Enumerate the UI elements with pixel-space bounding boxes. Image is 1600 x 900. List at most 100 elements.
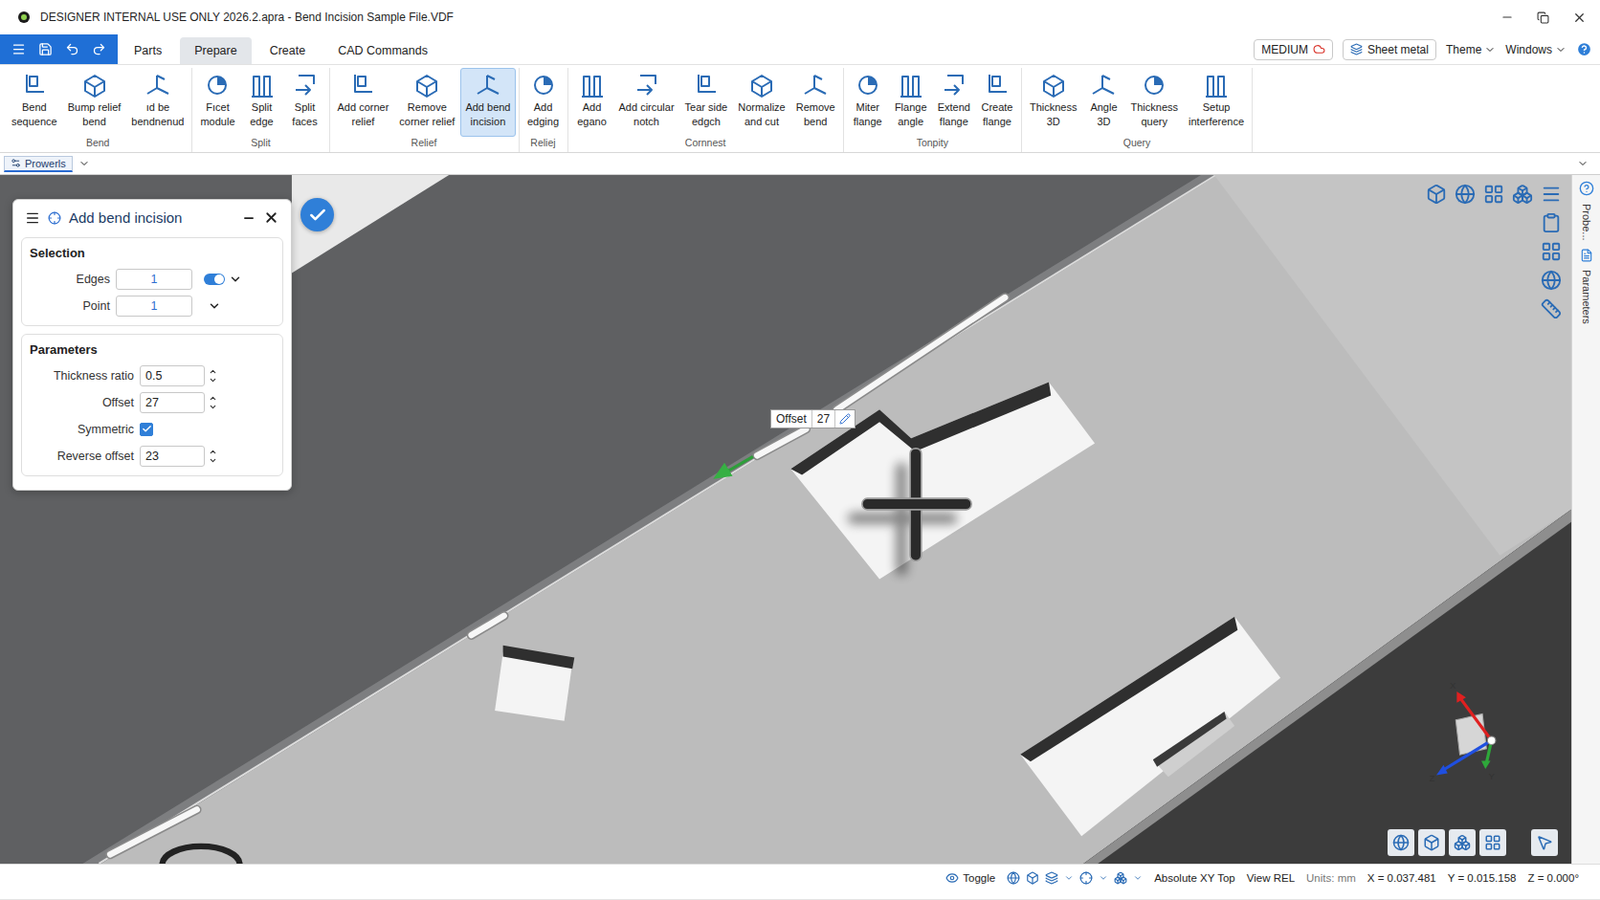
ribbon-tab[interactable]: Prepare xyxy=(179,37,251,65)
display-icon[interactable] xyxy=(1511,183,1534,205)
confirm-button[interactable] xyxy=(300,198,334,232)
down-arrow-icon[interactable] xyxy=(208,402,218,412)
chevron-down-icon[interactable] xyxy=(1098,873,1109,884)
orbit-icon[interactable] xyxy=(1454,183,1476,205)
ribbon-tab[interactable]: Create xyxy=(255,37,321,65)
ribbon-button[interactable]: Bump reliefbend xyxy=(63,67,127,137)
module-button[interactable]: Sheet metal xyxy=(1342,39,1437,61)
ribbon-button[interactable]: Bendsequence xyxy=(6,67,63,137)
undo-icon[interactable] xyxy=(65,42,80,57)
ribbon-button[interactable]: Splitfaces xyxy=(284,67,327,137)
offset-tooltip[interactable]: Offset27 xyxy=(770,409,856,429)
grid-icon[interactable] xyxy=(1540,241,1562,263)
down-arrow-icon[interactable] xyxy=(208,456,218,466)
ribbon-button[interactable]: ıd bebendnenud xyxy=(126,67,189,137)
offset-arrow-icon[interactable] xyxy=(712,456,754,479)
menu-icon[interactable] xyxy=(11,42,26,57)
ribbon-button[interactable]: Add bendincision xyxy=(460,67,515,137)
properties-tab[interactable]: Prowerls xyxy=(3,155,73,173)
status-item[interactable]: View REL xyxy=(1246,872,1295,885)
tooltip-value[interactable]: 27 xyxy=(812,410,836,428)
viewport[interactable]: Add bend incisionSelectionEdges1Point1Pa… xyxy=(0,175,1572,865)
view-button[interactable] xyxy=(1448,829,1476,857)
view-button[interactable] xyxy=(1387,829,1415,857)
side-tab[interactable]: Parameters xyxy=(1580,269,1593,325)
selection-count-field[interactable]: 1 xyxy=(115,268,193,290)
ribbon-button[interactable]: Addedging xyxy=(522,67,565,137)
selection-toggle[interactable] xyxy=(203,273,225,286)
close-icon[interactable] xyxy=(1572,10,1587,25)
ribbon-button[interactable]: Thickness3D xyxy=(1024,67,1083,137)
chevron-down-icon[interactable] xyxy=(78,157,90,170)
minimize-panel-icon[interactable] xyxy=(242,211,256,225)
minimize-icon[interactable] xyxy=(1500,10,1514,24)
ribbon-tab[interactable]: CAD Commands xyxy=(323,37,443,65)
spinner[interactable] xyxy=(208,394,218,412)
header-menu[interactable]: Theme xyxy=(1445,43,1496,57)
ribbon-button[interactable]: Createflange xyxy=(976,67,1019,137)
status-item[interactable]: Absolute XY Top xyxy=(1154,872,1236,885)
snap-icon[interactable] xyxy=(1006,871,1021,886)
toggle-button[interactable]: Toggle xyxy=(945,871,996,886)
restore-icon[interactable] xyxy=(1536,11,1550,24)
up-arrow-icon[interactable] xyxy=(208,447,218,457)
chevron-down-icon[interactable] xyxy=(1064,873,1074,884)
dropdown-chevron-icon[interactable] xyxy=(228,272,243,287)
header-menu[interactable]: Windows xyxy=(1505,43,1567,57)
ribbon-tab[interactable]: Parts xyxy=(119,37,177,65)
ribbon-button[interactable]: Angle3D xyxy=(1082,67,1125,137)
ribbon-button[interactable]: Tear sideedgch xyxy=(680,67,734,137)
ribbon-button[interactable]: Removecorner relief xyxy=(394,67,460,137)
close-panel-icon[interactable] xyxy=(263,209,280,226)
dropdown-chevron-icon[interactable] xyxy=(207,299,222,313)
ribbon-button[interactable]: Removebend xyxy=(791,67,841,137)
section-icon[interactable] xyxy=(1540,269,1562,291)
side-tab[interactable]: Probe... xyxy=(1580,203,1593,242)
fit-icon[interactable] xyxy=(1483,183,1505,205)
ribbon-button[interactable]: Setupinterference xyxy=(1183,67,1249,137)
view-button[interactable] xyxy=(1418,829,1445,857)
ribbon-button[interactable]: Normalizeand cut xyxy=(733,67,791,137)
mode-badge[interactable]: MEDIUM xyxy=(1253,39,1334,61)
ribbon-button[interactable]: Addegano xyxy=(571,67,614,137)
cube-icon[interactable] xyxy=(1025,871,1040,886)
select-button[interactable] xyxy=(1531,829,1558,857)
panel-menu-icon[interactable] xyxy=(24,210,41,226)
edit-icon[interactable] xyxy=(835,410,855,428)
ribbon-button[interactable]: Add cornerrelief xyxy=(333,67,395,137)
number-field[interactable]: 27 xyxy=(139,392,205,414)
collapse-icon[interactable] xyxy=(1577,157,1589,170)
incision-slot xyxy=(756,429,806,457)
constraint-icon[interactable] xyxy=(1113,871,1128,886)
chevron-down-icon[interactable] xyxy=(1133,873,1143,884)
view-menu-icon[interactable] xyxy=(1540,183,1562,205)
ribbon-button[interactable]: Thicknessquery xyxy=(1125,67,1183,137)
save-icon[interactable] xyxy=(38,42,53,57)
measure-icon[interactable] xyxy=(1540,298,1562,320)
ribbon-button[interactable]: Extendflange xyxy=(933,67,976,137)
ribbon-button[interactable]: Splitedge xyxy=(241,67,284,137)
spinner[interactable] xyxy=(208,447,218,466)
up-arrow-icon[interactable] xyxy=(208,367,218,377)
number-field[interactable]: 23 xyxy=(139,445,205,467)
symmetric-checkbox[interactable] xyxy=(139,422,154,437)
ribbon-button[interactable]: Fıcetmodule xyxy=(195,67,240,137)
grid-snap-icon[interactable] xyxy=(1079,871,1093,886)
chevron-down-icon xyxy=(1555,44,1567,56)
selection-count-field[interactable]: 1 xyxy=(115,295,193,317)
ribbon-button[interactable]: Add circularnotch xyxy=(614,67,680,137)
ribbon-icon xyxy=(473,70,503,100)
ribbon-button[interactable]: Miterflange xyxy=(846,67,889,137)
spinner[interactable] xyxy=(208,367,218,385)
clipboard-icon[interactable] xyxy=(1540,212,1562,234)
layers-icon[interactable] xyxy=(1044,871,1059,886)
help-icon[interactable] xyxy=(1576,41,1593,58)
number-field[interactable]: 0.5 xyxy=(139,365,205,387)
view-button[interactable] xyxy=(1479,829,1507,857)
help-icon[interactable] xyxy=(1578,180,1595,197)
view-cube-icon[interactable] xyxy=(1425,183,1447,205)
redo-icon[interactable] xyxy=(91,42,107,57)
down-arrow-icon[interactable] xyxy=(208,376,218,385)
ribbon-button[interactable]: Flangeangle xyxy=(889,67,933,137)
up-arrow-icon[interactable] xyxy=(208,394,218,403)
